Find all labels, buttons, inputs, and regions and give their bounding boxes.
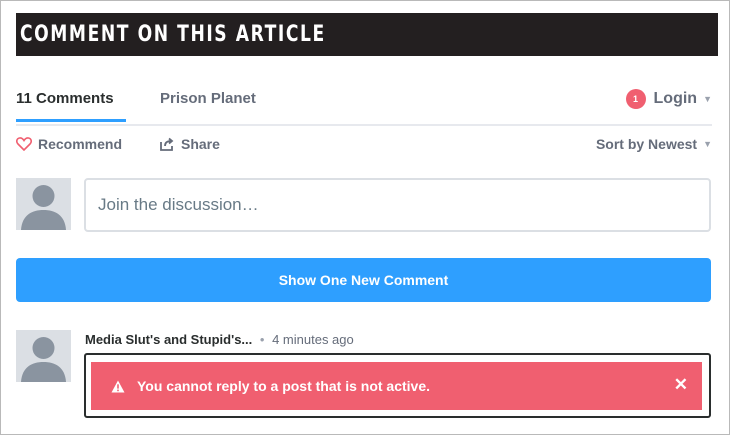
user-silhouette-icon (21, 185, 66, 230)
chevron-down-icon: ▼ (703, 94, 712, 104)
section-header: COMMENT ON THIS ARTICLE (16, 13, 718, 56)
comment-input[interactable]: Join the discussion… (84, 178, 711, 232)
sort-dropdown[interactable]: Sort by Newest ▼ (596, 136, 712, 152)
login-button[interactable]: 1 Login ▼ (625, 89, 712, 109)
tab-comments[interactable]: 11 Comments (16, 90, 126, 122)
notification-badge[interactable]: 1 (625, 89, 646, 109)
avatar[interactable] (16, 178, 71, 230)
share-label: Share (181, 136, 220, 152)
login-label: Login (653, 90, 698, 107)
comment-timestamp[interactable]: 4 minutes ago (272, 332, 354, 347)
tab-community[interactable]: Prison Planet (160, 90, 256, 119)
chevron-down-icon: ▼ (703, 139, 712, 149)
heart-icon (16, 137, 32, 151)
show-new-comments-button[interactable]: Show One New Comment (16, 258, 711, 302)
sort-label: Sort by Newest (595, 136, 698, 152)
warning-icon (111, 380, 125, 393)
share-button[interactable]: Share (159, 136, 220, 152)
section-title: COMMENT ON THIS ARTICLE (20, 22, 326, 47)
comment-avatar[interactable] (16, 330, 71, 382)
alert-message: You cannot reply to a post that is not a… (137, 378, 431, 394)
share-icon (159, 137, 175, 151)
recommend-button[interactable]: Recommend (16, 136, 122, 152)
close-icon[interactable]: ✕ (674, 375, 688, 395)
reply-box: You cannot reply to a post that is not a… (84, 353, 711, 418)
comment-header: Media Slut's and Stupid's... • 4 minutes… (85, 332, 354, 347)
error-alert: You cannot reply to a post that is not a… (91, 362, 702, 410)
meta-separator: • (259, 332, 265, 347)
thread-actions: Recommend Share Sort by Newest ▼ (16, 136, 712, 158)
comments-nav: 11 Comments Prison Planet 1 Login ▼ (16, 82, 712, 126)
user-silhouette-icon (21, 337, 66, 382)
recommend-label: Recommend (38, 136, 123, 152)
comment-author[interactable]: Media Slut's and Stupid's... (85, 332, 252, 347)
